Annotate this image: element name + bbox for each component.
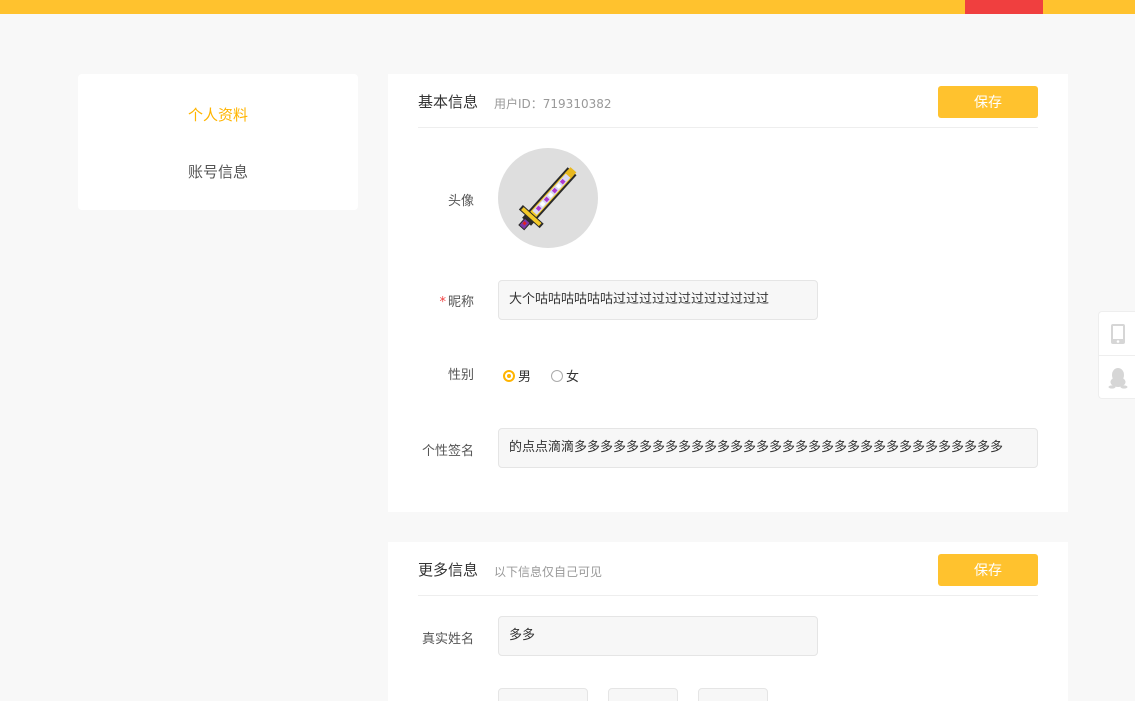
gender-female-label: 女 bbox=[566, 370, 580, 385]
sidebar-item-account[interactable]: 账号信息 bbox=[78, 161, 358, 182]
gender-label: 性别 bbox=[447, 368, 474, 383]
realname-input[interactable]: 多多 bbox=[498, 616, 818, 656]
gender-male-label: 男 bbox=[518, 370, 532, 385]
mobile-phone-icon bbox=[1110, 323, 1125, 344]
more-info-card: 更多信息 以下信息仅自己可见 保存 真实姓名 多多 bbox=[388, 542, 1068, 701]
birth-day-select[interactable] bbox=[698, 688, 768, 701]
birth-year-select[interactable] bbox=[498, 688, 588, 701]
signature-input[interactable]: 的点点滴滴多多多多多多多多多多多多多多多多多多多多多多多多多多多多多多多多多 bbox=[498, 428, 1038, 468]
nickname-input[interactable]: 大个咕咕咕咕咕咕过过过过过过过过过过过过 bbox=[498, 280, 818, 320]
basic-info-title: 基本信息 bbox=[418, 93, 479, 111]
required-mark: * bbox=[439, 295, 446, 310]
sidebar-item-profile[interactable]: 个人资料 bbox=[78, 104, 358, 125]
more-info-title: 更多信息 bbox=[418, 561, 479, 579]
basic-save-button[interactable]: 保存 bbox=[938, 86, 1038, 118]
qq-penguin-icon bbox=[1108, 368, 1127, 389]
radio-checked-icon bbox=[503, 369, 515, 382]
more-save-button[interactable]: 保存 bbox=[938, 554, 1038, 586]
signature-label: 个性签名 bbox=[421, 444, 474, 459]
more-info-header: 更多信息 以下信息仅自己可见 保存 bbox=[418, 542, 1038, 596]
basic-info-header: 基本信息 用户ID：719310382 保存 bbox=[418, 74, 1038, 128]
realname-label: 真实姓名 bbox=[421, 632, 474, 647]
basic-info-card: 基本信息 用户ID：719310382 保存 头像 * 昵称 大个咕咕咕咕咕咕过… bbox=[388, 74, 1068, 512]
radio-unchecked-icon bbox=[551, 369, 564, 382]
floating-toolbar bbox=[1098, 311, 1135, 399]
user-id: 用户ID：719310382 bbox=[494, 97, 612, 111]
gender-radio-male[interactable]: 男 bbox=[503, 366, 531, 385]
top-bar-accent bbox=[965, 0, 1043, 14]
pixel-sword-icon bbox=[518, 167, 577, 231]
gender-radio-group: 男 女 bbox=[503, 366, 599, 385]
more-info-subtitle: 以下信息仅自己可见 bbox=[494, 565, 603, 579]
gender-radio-female[interactable]: 女 bbox=[551, 366, 579, 385]
birth-month-select[interactable] bbox=[608, 688, 678, 701]
qq-contact-button[interactable] bbox=[1099, 356, 1135, 400]
sidebar: 个人资料 账号信息 bbox=[78, 74, 358, 210]
nickname-label: * 昵称 bbox=[418, 291, 474, 310]
nickname-label-text: 昵称 bbox=[447, 295, 474, 310]
avatar-label: 头像 bbox=[447, 194, 474, 209]
avatar[interactable] bbox=[498, 148, 598, 248]
mobile-app-button[interactable] bbox=[1099, 312, 1135, 356]
